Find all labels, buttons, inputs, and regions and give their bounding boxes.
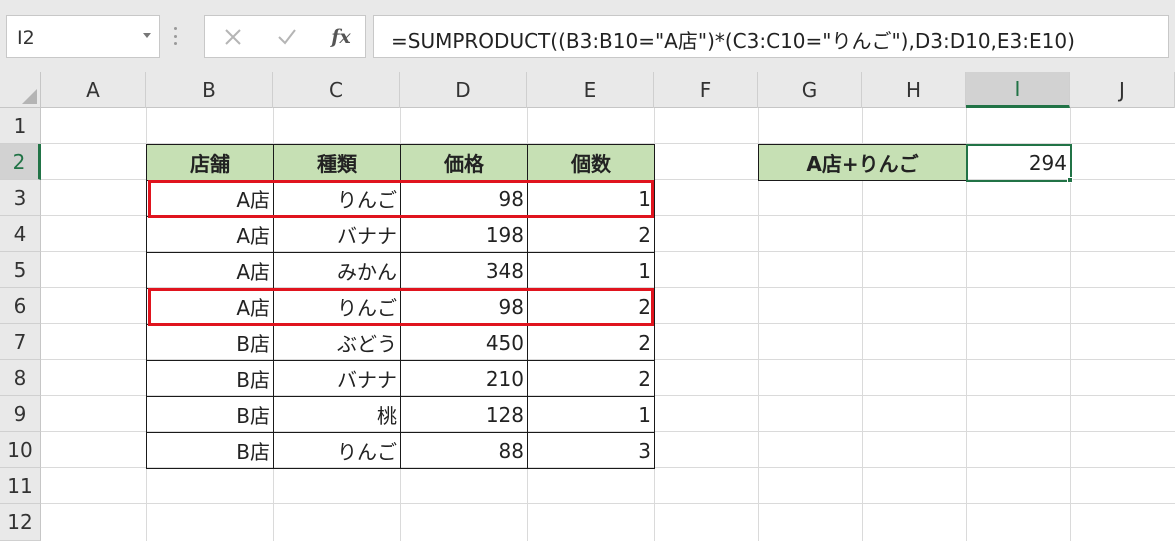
column-header-f[interactable]: F: [654, 72, 758, 108]
table-cell[interactable]: 2: [527, 324, 655, 361]
table-cell[interactable]: 198: [400, 216, 528, 253]
row-header-10[interactable]: 10: [0, 432, 41, 468]
column-header-b[interactable]: B: [146, 72, 273, 108]
row-header-3[interactable]: 3: [0, 180, 41, 216]
table-cell[interactable]: 2: [527, 360, 655, 397]
table-cell[interactable]: A店: [146, 216, 274, 253]
table-cell[interactable]: B店: [146, 324, 274, 361]
table-header-price[interactable]: 価格: [400, 144, 528, 181]
gridline: [41, 503, 1175, 504]
table-cell[interactable]: A店: [146, 252, 274, 289]
table-cell[interactable]: みかん: [273, 252, 401, 289]
table-cell[interactable]: B店: [146, 396, 274, 433]
cancel-icon[interactable]: [213, 16, 253, 57]
checkmark-icon[interactable]: [267, 16, 307, 57]
column-header-j[interactable]: J: [1070, 72, 1175, 108]
table-cell[interactable]: ぶどう: [273, 324, 401, 361]
insert-function-button[interactable]: fx: [321, 16, 361, 57]
table-cell[interactable]: 1: [527, 252, 655, 289]
table-cell[interactable]: B店: [146, 360, 274, 397]
column-header-c[interactable]: C: [273, 72, 400, 108]
table-header-store[interactable]: 店舗: [146, 144, 274, 181]
grip-icon[interactable]: [173, 27, 177, 45]
table-cell[interactable]: 桃: [273, 396, 401, 433]
select-all-button[interactable]: [0, 72, 41, 108]
table-header-type[interactable]: 種類: [273, 144, 401, 181]
table-cell[interactable]: りんご: [273, 432, 401, 469]
table-cell[interactable]: バナナ: [273, 360, 401, 397]
chevron-down-icon[interactable]: [143, 33, 151, 38]
table-header-count[interactable]: 個数: [527, 144, 655, 181]
active-cell-selection: [966, 144, 1072, 182]
column-header-d[interactable]: D: [400, 72, 527, 108]
table-cell[interactable]: 450: [400, 324, 528, 361]
table-cell[interactable]: B店: [146, 432, 274, 469]
fx-label: fx: [331, 25, 351, 48]
table-cell[interactable]: 1: [527, 396, 655, 433]
table-cell[interactable]: 210: [400, 360, 528, 397]
select-all-icon: [22, 89, 37, 104]
table-cell[interactable]: バナナ: [273, 216, 401, 253]
highlight-row-6: [148, 288, 654, 326]
fill-handle[interactable]: [1067, 177, 1073, 183]
formula-buttons: fx: [204, 15, 366, 58]
row-header-4[interactable]: 4: [0, 216, 41, 252]
name-box[interactable]: I2: [6, 15, 160, 58]
row-header-12[interactable]: 12: [0, 504, 41, 541]
table-cell[interactable]: 88: [400, 432, 528, 469]
row-header-1[interactable]: 1: [0, 108, 41, 144]
formula-text: =SUMPRODUCT((B3:B10="A店")*(C3:C10="りんご")…: [391, 29, 1075, 53]
row-header-2[interactable]: 2: [0, 144, 41, 180]
table-cell[interactable]: 128: [400, 396, 528, 433]
column-header-g[interactable]: G: [758, 72, 862, 108]
column-header-i[interactable]: I: [966, 72, 1070, 108]
highlight-row-3: [148, 180, 654, 218]
row-header-11[interactable]: 11: [0, 468, 41, 504]
column-header-a[interactable]: A: [41, 72, 146, 108]
row-header-7[interactable]: 7: [0, 324, 41, 360]
name-box-value: I2: [17, 27, 35, 49]
result-label[interactable]: A店+りんご: [758, 144, 967, 181]
table-cell[interactable]: 348: [400, 252, 528, 289]
table-cell[interactable]: 2: [527, 216, 655, 253]
formula-input[interactable]: =SUMPRODUCT((B3:B10="A店")*(C3:C10="りんご")…: [373, 15, 1169, 58]
row-header-6[interactable]: 6: [0, 288, 41, 324]
column-header-e[interactable]: E: [527, 72, 654, 108]
row-header-5[interactable]: 5: [0, 252, 41, 288]
table-cell[interactable]: 3: [527, 432, 655, 469]
row-header-9[interactable]: 9: [0, 396, 41, 432]
row-header-8[interactable]: 8: [0, 360, 41, 396]
column-header-h[interactable]: H: [862, 72, 966, 108]
